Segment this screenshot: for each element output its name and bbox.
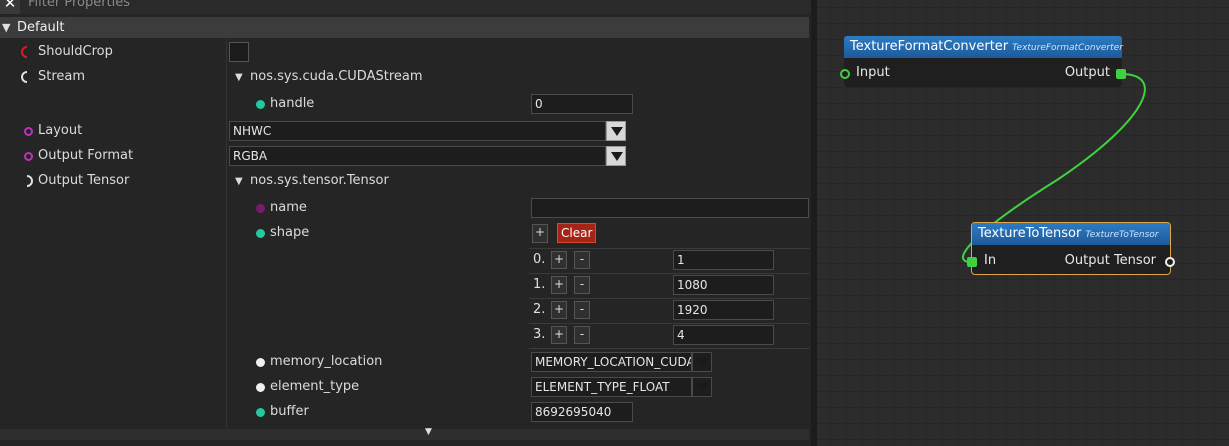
shape-item-index: 2. (533, 302, 546, 317)
output-tensor-type-label: nos.sys.tensor.Tensor (250, 173, 389, 188)
input-pin-label: Input (856, 65, 890, 80)
chevron-down-icon[interactable] (606, 146, 626, 166)
shape-item-plus-button[interactable]: + (551, 276, 567, 294)
node-subtitle: TextureFormatConverter (1012, 43, 1123, 53)
name-input[interactable] (531, 198, 809, 218)
shape-item-input[interactable]: 1 (673, 250, 774, 270)
filter-bar: ✕ (0, 0, 811, 14)
chevron-down-icon[interactable] (692, 352, 712, 372)
properties-panel: ✕ ▼ Default ShouldCrop Stream ▼ nos.sys.… (0, 0, 811, 446)
input-pin-icon[interactable] (840, 69, 850, 79)
field-pin-icon (256, 383, 265, 392)
handle-input[interactable]: 0 (531, 94, 633, 114)
shape-item-plus-button[interactable]: + (551, 251, 567, 269)
layout-select[interactable]: NHWC (229, 121, 606, 141)
shape-item-plus-button[interactable]: + (551, 326, 567, 344)
chevron-down-icon[interactable] (606, 121, 626, 141)
field-pin-icon (256, 408, 265, 417)
section-default-header[interactable]: ▼ Default (0, 17, 809, 38)
node-header[interactable]: TextureFormatConverter TextureFormatConve… (844, 36, 1123, 58)
handle-label: handle (270, 96, 315, 111)
output-pin-label: Output (1064, 65, 1110, 80)
chevron-down-icon[interactable]: ▼ (235, 72, 243, 83)
memory-location-select[interactable]: MEMORY_LOCATION_CUDA (531, 352, 692, 372)
shape-item-input[interactable]: 1920 (673, 300, 774, 320)
shape-item-input[interactable]: 1080 (673, 275, 774, 295)
should-crop-label: ShouldCrop (38, 44, 113, 59)
shape-item-index: 1. (533, 277, 546, 292)
output-pin-icon (24, 152, 33, 161)
input-pin-icon (21, 71, 28, 83)
shape-item-index: 0. (533, 252, 546, 267)
scroll-down-bar[interactable]: ▼ (0, 427, 809, 440)
should-crop-checkbox[interactable] (229, 42, 249, 62)
input-pin-label: In (984, 253, 997, 268)
input-pin-icon[interactable] (967, 257, 977, 267)
field-pin-icon (256, 358, 265, 367)
divider (529, 323, 810, 324)
section-title: Default (17, 20, 65, 35)
node-texture-format-converter[interactable]: TextureFormatConverter TextureFormatConve… (840, 36, 1126, 87)
buffer-label: buffer (270, 404, 309, 419)
node-subtitle: TextureToTensor (1085, 230, 1159, 240)
node-texture-to-tensor[interactable]: TextureToTensor TextureToTensor In Output… (967, 222, 1175, 275)
node-title: TextureToTensor TextureToTensor (978, 226, 1159, 241)
field-pin-icon (256, 204, 265, 213)
shape-item-minus-button[interactable]: - (574, 326, 590, 344)
input-pin-icon (21, 46, 28, 58)
divider (529, 248, 810, 249)
column-divider[interactable] (226, 38, 227, 428)
node-title: TextureFormatConverter TextureFormatConve… (850, 39, 1123, 54)
divider (529, 298, 810, 299)
output-pin-icon (26, 175, 33, 187)
output-format-select[interactable]: RGBA (229, 146, 606, 166)
chevron-down-icon: ▼ (2, 21, 11, 34)
shape-item-minus-button[interactable]: - (574, 251, 590, 269)
output-pin-label: Output Tensor (1064, 253, 1156, 268)
output-pin-icon (24, 127, 33, 136)
name-label: name (270, 200, 307, 215)
node-graph-canvas[interactable]: TextureFormatConverter TextureFormatConve… (817, 0, 1229, 446)
shape-clear-button[interactable]: Clear (557, 223, 597, 243)
node-header[interactable]: TextureToTensor TextureToTensor (972, 223, 1170, 245)
output-pin-icon[interactable] (1165, 257, 1175, 267)
divider (529, 348, 810, 349)
divider (529, 273, 810, 274)
shape-item-plus-button[interactable]: + (551, 301, 567, 319)
element-type-label: element_type (270, 379, 360, 394)
output-pin-icon[interactable] (1116, 69, 1126, 79)
layout-label: Layout (38, 123, 83, 138)
output-tensor-label: Output Tensor (38, 173, 130, 188)
chevron-down-icon: ▼ (425, 427, 432, 437)
shape-item-index: 3. (533, 327, 546, 342)
close-icon[interactable]: ✕ (0, 0, 20, 14)
shape-item-minus-button[interactable]: - (574, 301, 590, 319)
buffer-input[interactable]: 8692695040 (531, 402, 633, 422)
memory-location-label: memory_location (270, 354, 383, 369)
field-pin-icon (256, 229, 265, 238)
shape-add-button[interactable]: + (532, 224, 548, 243)
filter-properties-input[interactable] (22, 0, 811, 12)
chevron-down-icon[interactable] (692, 377, 712, 397)
stream-label: Stream (38, 69, 86, 84)
stream-type-label: nos.sys.cuda.CUDAStream (250, 69, 423, 84)
shape-item-input[interactable]: 4 (673, 325, 774, 345)
shape-item-minus-button[interactable]: - (574, 276, 590, 294)
shape-label: shape (270, 225, 310, 240)
chevron-down-icon[interactable]: ▼ (235, 176, 243, 187)
field-pin-icon (256, 100, 265, 109)
element-type-select[interactable]: ELEMENT_TYPE_FLOAT (531, 377, 692, 397)
output-format-label: Output Format (38, 148, 134, 163)
